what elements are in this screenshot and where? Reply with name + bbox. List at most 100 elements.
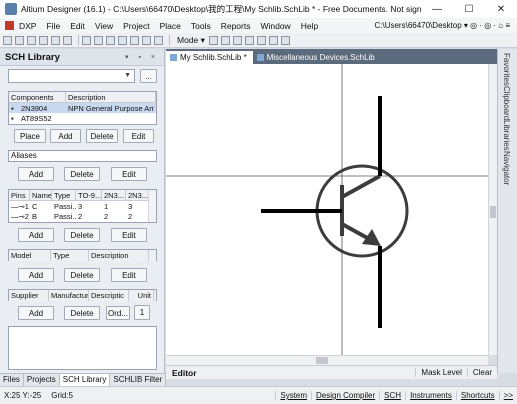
- status-sch[interactable]: SCH: [379, 391, 405, 400]
- scroll-thumb[interactable]: [316, 357, 328, 364]
- mask-level-button[interactable]: Mask Level: [415, 368, 466, 377]
- save-icon[interactable]: [27, 35, 36, 45]
- status-instruments[interactable]: Instruments: [405, 391, 456, 400]
- column-supplier-description[interactable]: Descriptic: [89, 290, 129, 301]
- delete-model-button[interactable]: Delete: [64, 268, 100, 282]
- pin-row[interactable]: —⊸1 C Passi... 3 1 3: [9, 201, 156, 211]
- tab-navigator[interactable]: Navigator: [502, 151, 511, 185]
- pin-type: Passi...: [54, 201, 76, 211]
- component-filter-input[interactable]: ▼: [8, 69, 135, 83]
- delete-supplier-button[interactable]: Delete: [64, 306, 100, 320]
- canvas-horizontal-scrollbar[interactable]: [166, 355, 488, 365]
- schematic-canvas[interactable]: [166, 64, 488, 355]
- column-unit[interactable]: Unit: [129, 290, 154, 301]
- tab-favorites[interactable]: Favorites: [502, 53, 511, 86]
- tab-my-schlib[interactable]: My Schlib.SchLib *: [166, 51, 253, 64]
- line-icon[interactable]: [232, 35, 242, 45]
- open-folder-icon[interactable]: [15, 35, 24, 45]
- pin-row[interactable]: —⊸2 B Passi... 2 2 2: [9, 211, 156, 221]
- edit-alias-button[interactable]: Edit: [111, 167, 147, 181]
- order-button[interactable]: Ord...: [106, 306, 130, 320]
- menu-edit[interactable]: Edit: [65, 21, 90, 31]
- menu-dxp[interactable]: DXP: [14, 21, 41, 31]
- cut-icon[interactable]: [82, 35, 91, 45]
- maximize-button[interactable]: ☐: [453, 0, 485, 18]
- scroll-thumb[interactable]: [490, 206, 496, 218]
- status-more[interactable]: >>: [498, 391, 517, 400]
- column-2n3-a[interactable]: 2N3...: [102, 189, 126, 201]
- column-model-type[interactable]: Type: [51, 250, 89, 261]
- menu-help[interactable]: Help: [296, 21, 323, 31]
- print-icon[interactable]: [39, 35, 48, 45]
- column-components[interactable]: Components: [9, 91, 66, 103]
- clear-button[interactable]: Clear: [466, 368, 497, 377]
- canvas-vertical-scrollbar[interactable]: [488, 64, 497, 355]
- column-supplier[interactable]: Supplier: [9, 290, 49, 301]
- column-to92[interactable]: TO-9...: [76, 189, 102, 201]
- select-icon[interactable]: [118, 35, 127, 45]
- menu-project[interactable]: Project: [118, 21, 154, 31]
- menu-view[interactable]: View: [90, 21, 118, 31]
- column-model-description[interactable]: Description: [89, 250, 149, 261]
- browse-button[interactable]: ...: [140, 69, 157, 83]
- add-supplier-button[interactable]: Add: [18, 306, 54, 320]
- library-icon[interactable]: [280, 35, 290, 45]
- zoom-out-icon[interactable]: [63, 35, 72, 45]
- move-icon[interactable]: [130, 35, 139, 45]
- quantity-stepper[interactable]: 1: [134, 305, 150, 320]
- pin-icon[interactable]: [244, 35, 254, 45]
- edit-pin-button[interactable]: Edit: [111, 228, 147, 242]
- delete-pin-button[interactable]: Delete: [64, 228, 100, 242]
- mode-dropdown[interactable]: Mode ▾: [177, 35, 205, 46]
- edit-component-button[interactable]: Edit: [123, 129, 154, 143]
- menu-file[interactable]: File: [41, 21, 65, 31]
- component-description: NPN General Purpose Am: [68, 103, 154, 113]
- add-model-button[interactable]: Add: [18, 268, 54, 282]
- tab-libraries[interactable]: Libraries: [502, 120, 511, 151]
- tab-files[interactable]: Files: [0, 374, 24, 386]
- menu-window[interactable]: Window: [255, 21, 295, 31]
- copy-icon[interactable]: [94, 35, 103, 45]
- tab-miscellaneous-devices[interactable]: Miscellaneous Devices.SchLib: [253, 51, 381, 64]
- menu-tools[interactable]: Tools: [186, 21, 216, 31]
- delete-component-button[interactable]: Delete: [86, 129, 118, 143]
- path-navigator[interactable]: C:\Users\66470\Desktop ▾ ◎ · ◎ · ⌂ ≡: [370, 20, 514, 31]
- new-file-icon[interactable]: [3, 35, 12, 45]
- menu-reports[interactable]: Reports: [216, 21, 256, 31]
- text-icon[interactable]: [256, 35, 266, 45]
- add-component-button[interactable]: Add: [50, 129, 81, 143]
- column-2n3-b[interactable]: 2N3...: [126, 189, 150, 201]
- column-model[interactable]: Model: [9, 250, 51, 261]
- delete-alias-button[interactable]: Delete: [64, 167, 100, 181]
- column-manufacturer[interactable]: Manufactur: [49, 290, 89, 301]
- undo-icon[interactable]: [142, 35, 151, 45]
- column-description[interactable]: Description: [66, 91, 156, 103]
- place-button[interactable]: Place: [14, 129, 46, 143]
- status-shortcuts[interactable]: Shortcuts: [455, 391, 499, 400]
- pins-scrollbar[interactable]: [148, 190, 156, 222]
- column-pins[interactable]: Pins: [9, 189, 30, 201]
- tab-sch-library[interactable]: SCH Library: [59, 374, 111, 386]
- minimize-button[interactable]: —: [421, 0, 453, 18]
- column-name[interactable]: Name: [30, 189, 52, 201]
- add-icon[interactable]: [208, 35, 218, 45]
- edit-model-button[interactable]: Edit: [111, 268, 147, 282]
- status-system[interactable]: System: [275, 391, 311, 400]
- paste-icon[interactable]: [106, 35, 115, 45]
- remove-icon[interactable]: [220, 35, 230, 45]
- add-alias-button[interactable]: Add: [18, 167, 54, 181]
- component-row[interactable]: ▪ 2N3904 NPN General Purpose Am: [9, 103, 156, 113]
- close-button[interactable]: ✕: [485, 0, 517, 18]
- grid-icon[interactable]: [268, 35, 278, 45]
- component-row[interactable]: ▪ AT89S52: [9, 113, 156, 123]
- redo-icon[interactable]: [154, 35, 163, 45]
- menu-place[interactable]: Place: [155, 21, 186, 31]
- zoom-in-icon[interactable]: [51, 35, 60, 45]
- panel-controls[interactable]: ▾ ▪ ×: [125, 53, 159, 61]
- add-pin-button[interactable]: Add: [18, 228, 54, 242]
- tab-clipboard[interactable]: Clipboard: [502, 86, 511, 120]
- tab-schlib-filter[interactable]: SCHLIB Filter: [110, 374, 167, 386]
- column-type[interactable]: Type: [52, 189, 76, 201]
- status-design-compiler[interactable]: Design Compiler: [311, 391, 379, 400]
- tab-projects[interactable]: Projects: [24, 374, 60, 386]
